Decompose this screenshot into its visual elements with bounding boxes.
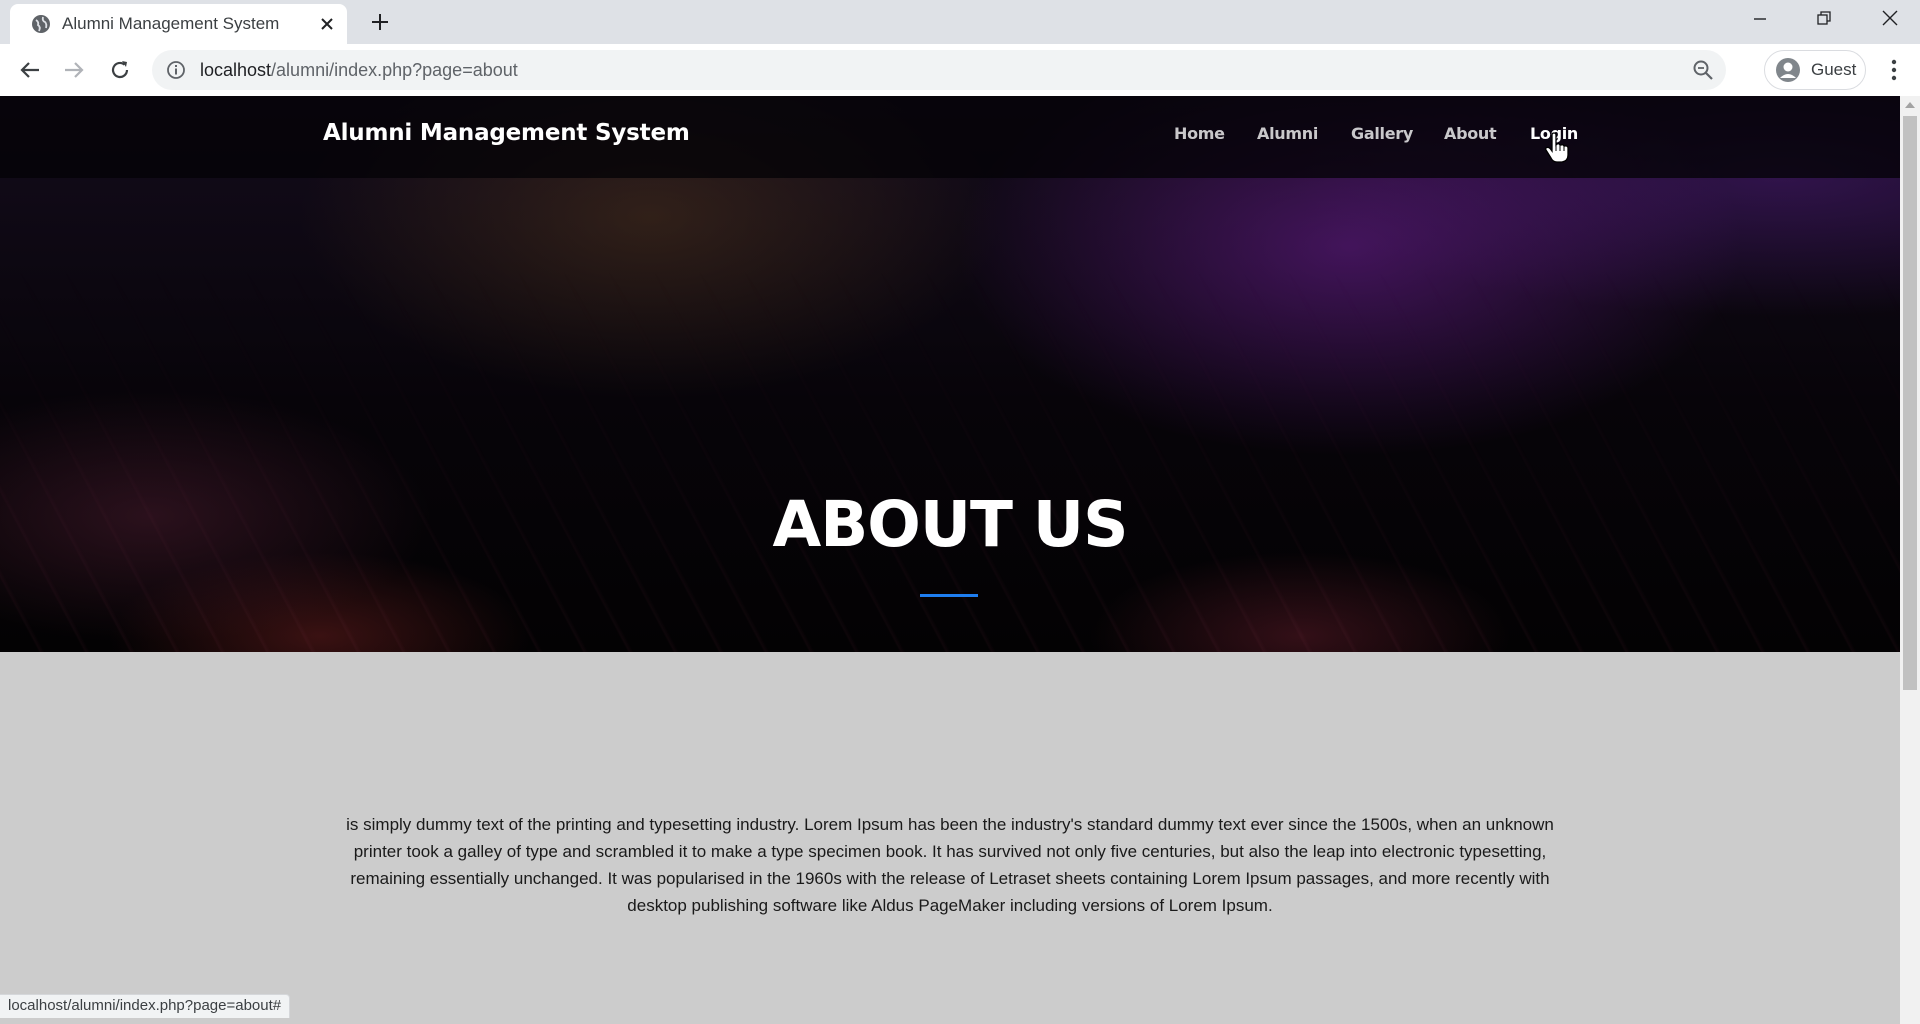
profile-button[interactable]: Guest — [1764, 50, 1866, 90]
browser-tab[interactable]: Alumni Management System — [10, 4, 347, 44]
nav-gallery[interactable]: Gallery — [1351, 124, 1413, 143]
nav-links: Home Alumni Gallery About Login — [0, 124, 1900, 154]
user-icon — [1776, 58, 1800, 82]
profile-label: Guest — [1811, 60, 1857, 79]
title-divider — [920, 594, 978, 597]
about-section: is simply dummy text of the printing and… — [0, 652, 1900, 1024]
hand-pointer-icon — [1545, 132, 1569, 163]
page-viewport: ABOUT US Alumni Management System Home A… — [0, 96, 1920, 1024]
about-text: is simply dummy text of the printing and… — [346, 815, 1554, 915]
zoom-icon[interactable] — [1692, 59, 1714, 81]
nav-home[interactable]: Home — [1174, 124, 1225, 143]
url-path: /alumni/index.php?page=about — [271, 60, 518, 80]
minimize-icon[interactable] — [1740, 4, 1780, 32]
site-navbar: Alumni Management System Home Alumni Gal… — [0, 96, 1900, 178]
tab-title: Alumni Management System — [62, 14, 280, 33]
browser-toolbar: localhost/alumni/index.php?page=about Gu… — [0, 44, 1920, 96]
scroll-up-icon[interactable] — [1905, 102, 1915, 108]
kebab-menu-icon[interactable] — [1880, 56, 1908, 84]
page-title: ABOUT US — [772, 488, 1129, 561]
restore-icon[interactable] — [1804, 4, 1844, 32]
scroll-thumb[interactable] — [1903, 116, 1917, 690]
globe-icon — [32, 15, 50, 33]
reload-icon[interactable] — [104, 54, 136, 86]
plus-icon[interactable] — [366, 8, 394, 36]
arrow-right-icon[interactable] — [58, 54, 90, 86]
close-icon[interactable] — [316, 13, 338, 35]
info-icon[interactable] — [166, 60, 186, 80]
hero-banner: ABOUT US — [0, 96, 1900, 652]
status-url: localhost/alumni/index.php?page=about# — [0, 994, 291, 1018]
url-text[interactable]: localhost/alumni/index.php?page=about — [200, 60, 518, 81]
page-scrollbar[interactable] — [1900, 96, 1920, 1024]
address-bar[interactable]: localhost/alumni/index.php?page=about — [152, 50, 1726, 90]
nav-alumni[interactable]: Alumni — [1257, 124, 1318, 143]
window-close-icon[interactable] — [1870, 4, 1910, 32]
browser-tab-strip: Alumni Management System — [0, 0, 1920, 44]
url-host: localhost — [200, 60, 272, 80]
arrow-left-icon[interactable] — [14, 54, 46, 86]
nav-about[interactable]: About — [1444, 124, 1497, 143]
